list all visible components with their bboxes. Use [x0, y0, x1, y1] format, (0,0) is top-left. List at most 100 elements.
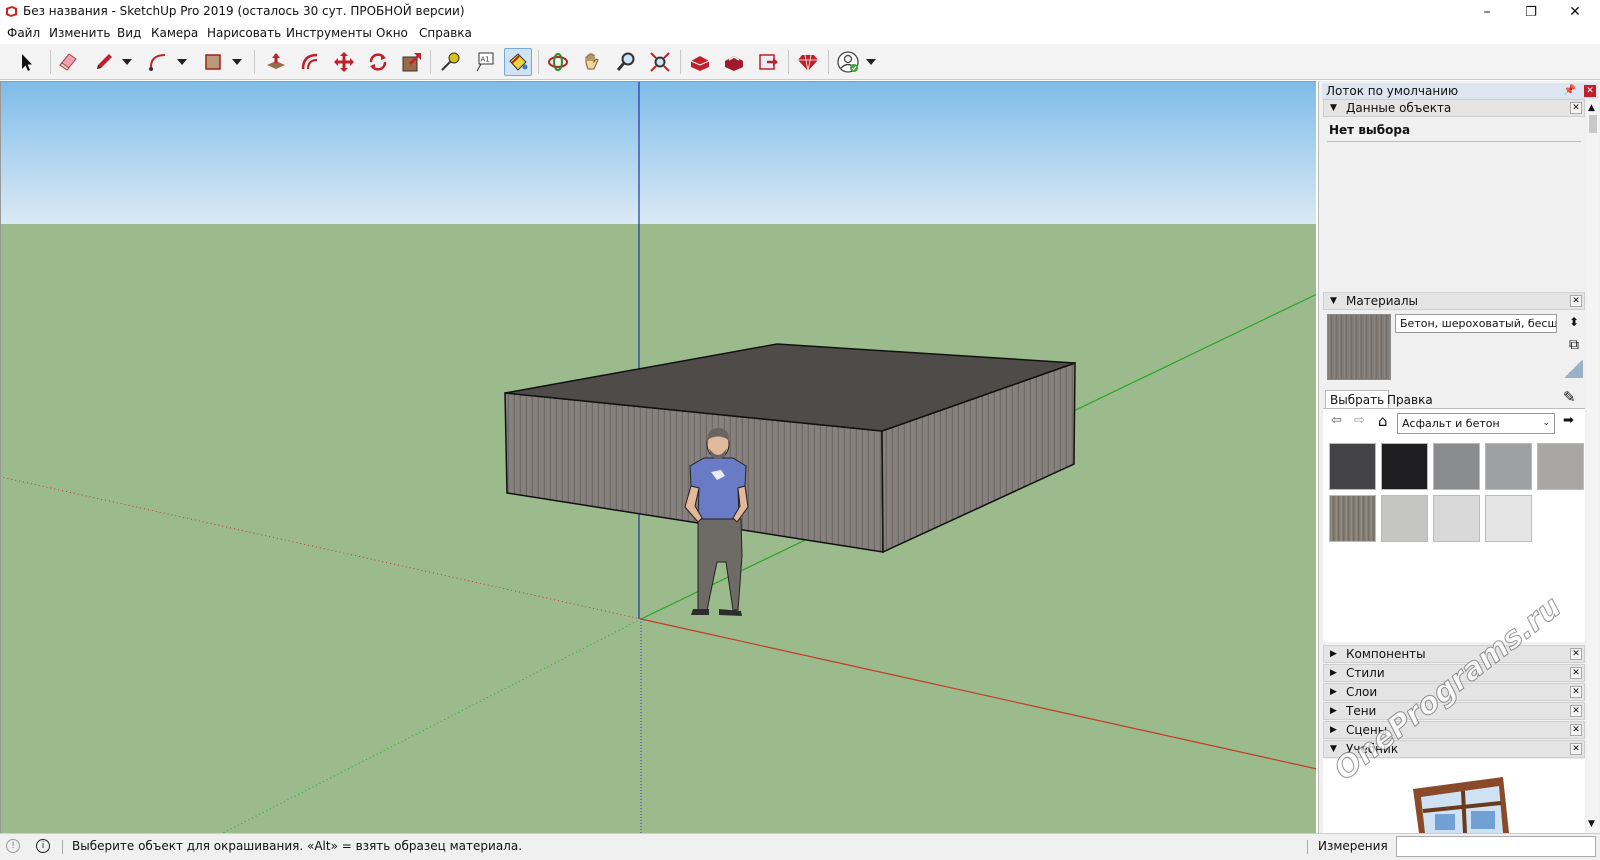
- info-icon[interactable]: i: [36, 839, 50, 853]
- material-swatch[interactable]: [1485, 495, 1532, 542]
- send-to-layout-button[interactable]: [754, 48, 782, 76]
- menu-edit[interactable]: Изменить: [49, 26, 111, 40]
- menu-view[interactable]: Вид: [117, 26, 141, 40]
- panel-close-icon[interactable]: ✕: [1570, 648, 1582, 660]
- tray-scrollbar[interactable]: ▲ ▼: [1587, 101, 1599, 833]
- material-swatch[interactable]: [1381, 495, 1428, 542]
- zoom-tool[interactable]: [612, 48, 640, 76]
- scroll-up-arrow[interactable]: ▲: [1588, 103, 1595, 113]
- line-tool-dropdown[interactable]: [120, 48, 134, 76]
- pin-icon[interactable]: 📌: [1564, 83, 1576, 99]
- material-name: Бетон, шероховатый, бесшовный: [1400, 317, 1557, 330]
- eraser-icon: [59, 53, 77, 71]
- panel-close-icon[interactable]: ✕: [1570, 295, 1582, 307]
- scroll-down-arrow[interactable]: ▼: [1588, 819, 1595, 829]
- orbit-tool[interactable]: [544, 48, 572, 76]
- zoom-extents-icon: [650, 52, 670, 72]
- move-tool[interactable]: [330, 48, 358, 76]
- chevron-down-icon: [866, 59, 876, 65]
- arc-tool-dropdown[interactable]: [175, 48, 189, 76]
- offset-tool[interactable]: [296, 48, 324, 76]
- offset-icon: [301, 53, 318, 70]
- account-button[interactable]: [834, 48, 862, 76]
- geo-location-icon[interactable]: !: [6, 839, 20, 853]
- rotate-tool[interactable]: [364, 48, 392, 76]
- tab-select[interactable]: Выбрать: [1325, 390, 1390, 408]
- paint-bucket-tool[interactable]: [504, 48, 532, 76]
- material-swatch[interactable]: [1433, 495, 1480, 542]
- material-name-field[interactable]: Бетон, шероховатый, бесшовный: [1395, 314, 1557, 333]
- text-tool[interactable]: A1: [470, 48, 498, 76]
- extension-manager-button[interactable]: [794, 48, 822, 76]
- menu-camera[interactable]: Камера: [151, 26, 198, 40]
- material-swatch[interactable]: [1329, 443, 1376, 490]
- close-icon: ✕: [1569, 4, 1581, 20]
- default-material-icon[interactable]: [1563, 360, 1583, 378]
- panel-close-icon[interactable]: ✕: [1570, 705, 1582, 717]
- panel-close-icon[interactable]: ✕: [1570, 686, 1582, 698]
- material-swatch[interactable]: [1537, 443, 1584, 490]
- eraser-tool[interactable]: [54, 48, 82, 76]
- extension-warehouse-button[interactable]: [720, 48, 748, 76]
- panel-close-icon[interactable]: ✕: [1570, 724, 1582, 736]
- scale-icon: [402, 53, 421, 72]
- title-bar: Без названия - SketchUp Pro 2019 (остало…: [0, 0, 1600, 24]
- menu-draw[interactable]: Нарисовать: [207, 26, 281, 40]
- create-material-icon[interactable]: ⬍: [1567, 314, 1581, 330]
- menu-help[interactable]: Справка: [419, 26, 472, 40]
- minimize-button[interactable]: –: [1464, 0, 1510, 24]
- restore-icon: ❐: [1525, 4, 1537, 20]
- collapsed-triangle-icon: ▶: [1330, 668, 1337, 678]
- entity-info-header[interactable]: ▼ Данные объекта ✕: [1323, 99, 1585, 117]
- menu-file[interactable]: Файл: [7, 26, 40, 40]
- back-arrow-icon[interactable]: ⇦: [1331, 413, 1342, 428]
- line-tool[interactable]: [90, 48, 118, 76]
- scene-canvas[interactable]: [1, 82, 1316, 833]
- toolbar-separator: [430, 50, 431, 74]
- select-tool[interactable]: [12, 48, 40, 76]
- zoom-extents-tool[interactable]: [646, 48, 674, 76]
- 3d-warehouse-button[interactable]: [686, 48, 714, 76]
- collapsed-triangle-icon: ▶: [1330, 706, 1337, 716]
- current-material-preview[interactable]: [1327, 314, 1391, 380]
- pan-tool[interactable]: [578, 48, 606, 76]
- rotate-icon: [369, 53, 387, 71]
- panel-close-icon[interactable]: ✕: [1570, 743, 1582, 755]
- entity-info-title: Данные объекта: [1346, 101, 1452, 115]
- no-selection-label: Нет выбора: [1329, 123, 1411, 137]
- eyedropper-icon[interactable]: ✎: [1563, 388, 1576, 406]
- push-pull-tool[interactable]: [262, 48, 290, 76]
- expanded-triangle-icon: ▼: [1330, 103, 1337, 113]
- close-button[interactable]: ✕: [1552, 0, 1598, 24]
- rectangle-tool[interactable]: [199, 48, 227, 76]
- measurements-input[interactable]: [1396, 836, 1596, 857]
- details-arrow-icon[interactable]: ➡: [1563, 413, 1574, 428]
- drawing-area[interactable]: [0, 81, 1316, 833]
- materials-header[interactable]: ▼ Материалы ✕: [1323, 292, 1585, 310]
- restore-button[interactable]: ❐: [1508, 0, 1554, 24]
- toolbar-separator: [254, 50, 255, 74]
- tab-edit[interactable]: Правка: [1383, 392, 1437, 408]
- display-secondary-icon[interactable]: ⧉: [1565, 336, 1583, 354]
- shape-tool-dropdown[interactable]: [230, 48, 244, 76]
- arc-tool[interactable]: [144, 48, 172, 76]
- menu-window[interactable]: Окно: [376, 26, 408, 40]
- tray-title-bar: Лоток по умолчанию 📌 ✕: [1322, 83, 1598, 99]
- scroll-thumb[interactable]: [1589, 115, 1597, 133]
- menu-tools[interactable]: Инструменты: [286, 26, 372, 40]
- home-icon[interactable]: ⌂: [1378, 412, 1388, 430]
- material-swatch[interactable]: [1433, 443, 1480, 490]
- forward-arrow-icon[interactable]: ⇨: [1354, 413, 1365, 428]
- menu-bar: Файл Изменить Вид Камера Нарисовать Инст…: [0, 24, 1600, 44]
- tape-measure-tool[interactable]: [436, 48, 464, 76]
- collection-select[interactable]: Асфальт и бетон ⌄: [1397, 413, 1555, 434]
- toolbar-separator: [538, 50, 539, 74]
- tray-close-button[interactable]: ✕: [1584, 85, 1596, 97]
- material-swatch[interactable]: [1485, 443, 1532, 490]
- account-dropdown[interactable]: [864, 48, 878, 76]
- scale-tool[interactable]: [398, 48, 426, 76]
- material-swatch[interactable]: [1381, 443, 1428, 490]
- panel-close-icon[interactable]: ✕: [1570, 102, 1582, 114]
- panel-close-icon[interactable]: ✕: [1570, 667, 1582, 679]
- material-swatch[interactable]: [1329, 495, 1376, 542]
